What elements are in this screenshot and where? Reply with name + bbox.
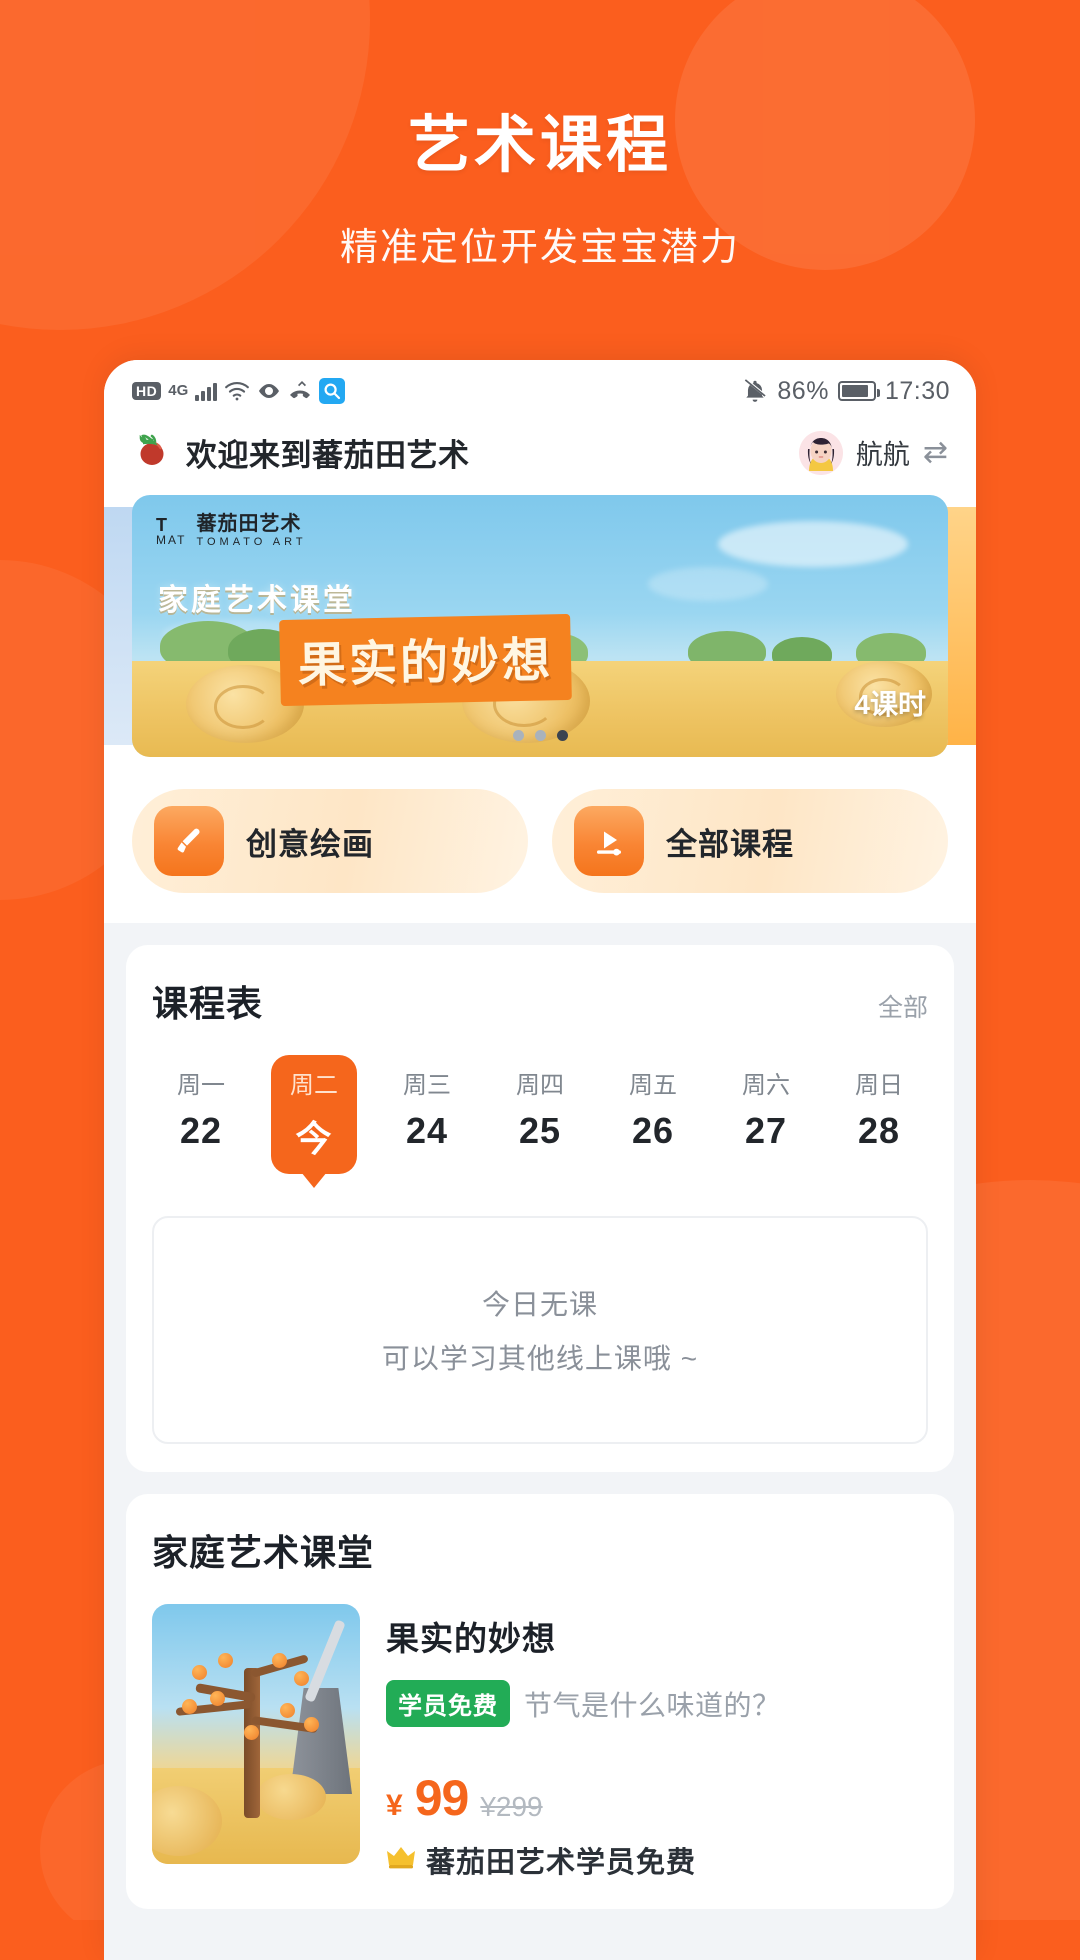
- schedule-empty-state: 今日无课 可以学习其他线上课哦 ~: [152, 1216, 928, 1444]
- banner-carousel[interactable]: T MAT 蕃茄田艺术 TOMATO ART 家庭艺术课堂 果实的妙想 4课时: [104, 495, 976, 779]
- status-bar-left: HD 4G: [132, 378, 346, 404]
- course-thumbnail: [152, 1604, 360, 1864]
- course-list-item[interactable]: 果实的妙想 学员免费 节气是什么味道的？ ¥ 99 ¥299 蕃茄田艺术学员免费: [152, 1604, 928, 1881]
- day-cell-tue-selected[interactable]: 周二 今: [271, 1055, 357, 1174]
- status-bar-right: 86% 17:30: [742, 377, 950, 406]
- carousel-dot-active[interactable]: [556, 730, 568, 741]
- banner-kicker: 家庭艺术课堂: [158, 584, 356, 617]
- day-cell-sun[interactable]: 周日 28: [836, 1055, 922, 1174]
- day-cell-wed[interactable]: 周三 24: [384, 1055, 470, 1174]
- tomato-icon: [132, 431, 172, 474]
- carousel-dots[interactable]: [132, 730, 948, 741]
- day-number-label: 27: [744, 1110, 788, 1151]
- page-title: 欢迎来到蕃茄田艺术: [186, 438, 470, 473]
- day-number-label: 24: [405, 1110, 449, 1151]
- course-name: 果实的妙想: [386, 1620, 556, 1657]
- avatar[interactable]: [798, 430, 843, 475]
- promo-subtitle: 精准定位开发宝宝潜力: [339, 227, 740, 270]
- eye-icon: [257, 381, 281, 401]
- day-number-label: 26: [631, 1110, 675, 1151]
- course-description: 节气是什么味道的？: [524, 1689, 781, 1721]
- course-price: 99: [414, 1770, 470, 1826]
- quick-action-label: 创意绘画: [246, 826, 374, 862]
- day-number-label: 22: [179, 1110, 223, 1151]
- video-play-icon: [574, 806, 644, 876]
- app-header: 欢迎来到蕃茄田艺术 航航 ⇄: [104, 422, 976, 495]
- phone-mockup: HD 4G 86% 17:30 欢迎来到蕃茄田艺术 航航 ⇄ T MAT 蕃茄田…: [104, 360, 976, 1960]
- day-of-week-label: 周四: [516, 1072, 564, 1099]
- status-badge: 学员免费: [386, 1680, 510, 1727]
- day-cell-thu[interactable]: 周四 25: [497, 1055, 583, 1174]
- tomato-art-monogram: T MAT: [156, 514, 187, 547]
- family-class-title: 家庭艺术课堂: [152, 1532, 375, 1573]
- schedule-card: 课程表 全部 周一 22 周二 今 周三 24 周四 25 周五 26 周六 2…: [126, 945, 954, 1472]
- carousel-dot[interactable]: [512, 730, 524, 741]
- empty-state-subtitle: 可以学习其他线上课哦 ~: [381, 1343, 699, 1374]
- banner-lesson-count: 4课时: [854, 689, 926, 720]
- promo-header: 艺术课程 精准定位开发宝宝潜力: [0, 0, 1080, 271]
- clock-label: 17:30: [884, 376, 950, 405]
- carousel-dot[interactable]: [534, 730, 546, 741]
- week-day-picker[interactable]: 周一 22 周二 今 周三 24 周四 25 周五 26 周六 27 周日 28: [152, 1055, 928, 1174]
- paintbrush-icon: [154, 806, 224, 876]
- crown-icon: [386, 1844, 416, 1875]
- course-price-row: ¥ 99 ¥299: [386, 1770, 928, 1826]
- status-bar: HD 4G 86% 17:30: [104, 360, 976, 422]
- currency-symbol: ¥: [386, 1788, 403, 1822]
- day-of-week-label: 周三: [403, 1072, 451, 1099]
- day-of-week-label: 周六: [742, 1072, 790, 1099]
- day-cell-mon[interactable]: 周一 22: [158, 1055, 244, 1174]
- user-name-label: 航航: [855, 440, 910, 470]
- family-art-class-card: 家庭艺术课堂 果实的妙想 学员免费 节气是什么味道的？ ¥ 99 ¥299 蕃茄…: [126, 1494, 954, 1909]
- missed-call-icon: [288, 380, 312, 402]
- course-free-note-row: 蕃茄田艺术学员免费: [386, 1839, 928, 1881]
- schedule-title: 课程表: [152, 983, 264, 1024]
- day-of-week-label: 周日: [855, 1072, 903, 1099]
- quick-action-label: 全部课程: [666, 826, 794, 862]
- quick-action-all-courses[interactable]: 全部课程: [552, 789, 948, 893]
- switch-account-icon[interactable]: ⇄: [923, 437, 948, 468]
- course-original-price: ¥299: [480, 1790, 543, 1822]
- bell-muted-icon: [742, 378, 768, 404]
- day-cell-fri[interactable]: 周五 26: [610, 1055, 696, 1174]
- network-type-label: 4G: [168, 382, 189, 399]
- battery-percent-label: 86%: [777, 376, 829, 405]
- search-icon[interactable]: [319, 378, 346, 404]
- family-class-header: 家庭艺术课堂: [152, 1524, 928, 1576]
- day-number-label: 25: [518, 1110, 562, 1151]
- day-of-week-label: 周二: [290, 1072, 338, 1099]
- course-tagline-row: 学员免费 节气是什么味道的？: [386, 1680, 928, 1727]
- app-header-left: 欢迎来到蕃茄田艺术: [132, 430, 470, 475]
- course-free-note: 蕃茄田艺术学员免费: [426, 1846, 697, 1879]
- banner-brand-name: 蕃茄田艺术 TOMATO ART: [196, 513, 307, 548]
- course-info: 果实的妙想 学员免费 节气是什么味道的？ ¥ 99 ¥299 蕃茄田艺术学员免费: [386, 1604, 928, 1881]
- schedule-view-all-link[interactable]: 全部: [878, 988, 928, 1024]
- signal-bars-icon: [195, 381, 218, 401]
- day-cell-sat[interactable]: 周六 27: [723, 1055, 809, 1174]
- quick-actions: 创意绘画 全部课程: [104, 779, 976, 923]
- day-of-week-label: 周一: [177, 1072, 225, 1099]
- day-of-week-label: 周五: [629, 1072, 677, 1099]
- app-header-right[interactable]: 航航 ⇄: [798, 430, 948, 475]
- wifi-icon: [224, 381, 250, 401]
- promo-title: 艺术课程: [407, 111, 672, 180]
- day-number-label: 28: [857, 1110, 901, 1151]
- battery-icon: [837, 381, 880, 401]
- banner-slide-active[interactable]: T MAT 蕃茄田艺术 TOMATO ART 家庭艺术课堂 果实的妙想 4课时: [132, 495, 948, 757]
- banner-title: 果实的妙想: [279, 613, 572, 707]
- hd-badge-icon: HD: [132, 382, 162, 400]
- schedule-header: 课程表 全部: [152, 975, 928, 1027]
- empty-state-title: 今日无课: [481, 1289, 598, 1320]
- quick-action-creative-drawing[interactable]: 创意绘画: [132, 789, 528, 893]
- banner-brand-logo: T MAT 蕃茄田艺术 TOMATO ART: [156, 513, 307, 549]
- day-number-label: 今: [295, 1118, 333, 1159]
